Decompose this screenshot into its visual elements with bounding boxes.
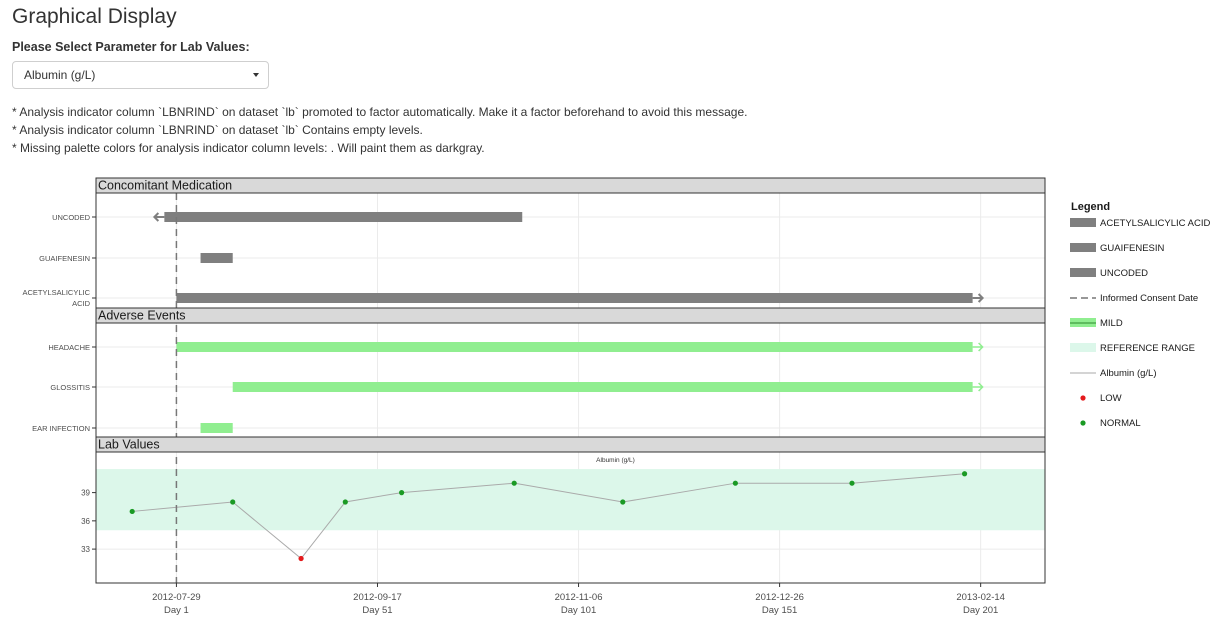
conmed-row-label-line: ACETYLSALICYLIC xyxy=(22,288,90,297)
legend-key-point xyxy=(1080,395,1086,401)
ae-panel-background xyxy=(96,308,1045,437)
lab-point-normal xyxy=(129,508,135,515)
conmed-row-label: GUAIFENESIN xyxy=(39,254,90,263)
conmed-bar xyxy=(176,293,973,303)
legend-key-bar xyxy=(1070,218,1096,227)
lab-y-tick-label: 36 xyxy=(81,517,90,526)
legend-item-label: GUAIFENESIN xyxy=(1100,243,1165,254)
ae-bar xyxy=(176,342,973,352)
conmed-panel-title: Concomitant Medication xyxy=(98,179,232,193)
conmed-panel-background xyxy=(96,178,1045,308)
lab-panel-title: Lab Values xyxy=(98,438,160,452)
lab-panel-strip xyxy=(95,436,1046,453)
x-axis-day-label: Day 201 xyxy=(963,605,998,616)
lab-point-normal xyxy=(849,480,855,486)
ae-panel-title: Adverse Events xyxy=(98,309,186,323)
conmed-row-label: UNCODED xyxy=(52,213,91,222)
legend-item-label: LOW xyxy=(1100,393,1122,404)
lab-point-normal xyxy=(511,480,517,486)
legend-key-point xyxy=(1080,420,1086,426)
conmed-bar xyxy=(164,212,523,222)
ae-panel-strip xyxy=(95,307,1046,324)
lab-point-normal xyxy=(342,499,348,505)
legend-key-bar xyxy=(1070,243,1096,252)
legend-item-label: Informed Consent Date xyxy=(1100,293,1198,304)
legend-key-bar xyxy=(1070,268,1096,277)
legend-key-bar xyxy=(1070,343,1096,352)
conmed-row-label-line: ACID xyxy=(72,299,91,308)
x-axis-day-label: Day 51 xyxy=(362,605,392,616)
lab-point-low xyxy=(298,555,304,562)
legend-item-label: UNCODED xyxy=(1100,268,1148,279)
lab-y-tick-label: 39 xyxy=(81,489,90,498)
ae-row-label: HEADACHE xyxy=(48,343,90,352)
lab-point-normal xyxy=(961,471,968,477)
lab-point-normal xyxy=(230,499,236,505)
x-axis-day-label: Day 151 xyxy=(762,605,797,616)
x-axis-day-label: Day 101 xyxy=(561,605,596,616)
conmed-bar xyxy=(200,253,233,263)
legend-title: Legend xyxy=(1071,201,1110,213)
reference-range-band xyxy=(96,469,1045,531)
ae-row-label: GLOSSITIS xyxy=(50,383,90,392)
conmed-panel-strip xyxy=(95,177,1046,194)
legend-item-label: REFERENCE RANGE xyxy=(1100,343,1195,354)
graphical-display-chart: UNCODED GUAIFENESIN ACETYLSALICYLIC ACID HEA… xyxy=(22,177,1210,616)
x-axis-date-label: 2012-11-06 xyxy=(555,592,603,603)
x-axis-date-label: 2013-02-14 xyxy=(956,592,1005,603)
x-axis-date-label: 2012-12-26 xyxy=(755,592,804,603)
lab-point-normal xyxy=(399,490,405,496)
x-axis-day-label: Day 1 xyxy=(164,605,189,616)
lab-point-normal xyxy=(732,480,738,486)
ae-bar xyxy=(232,382,973,392)
legend-item-label: MILD xyxy=(1100,318,1123,329)
ae-row-label: EAR INFECTION xyxy=(32,424,90,433)
ae-bar xyxy=(200,423,233,433)
legend-item-label: Albumin (g/L) xyxy=(1100,368,1157,379)
lab-y-tick-label: 33 xyxy=(81,545,90,554)
x-axis-date-label: 2012-09-17 xyxy=(353,592,402,603)
lab-subtitle: Albumin (g/L) xyxy=(596,457,635,464)
legend-item-label: NORMAL xyxy=(1100,418,1141,429)
lab-point-normal xyxy=(620,499,626,505)
x-axis-date-label: 2012-07-29 xyxy=(152,592,201,603)
legend-item-label: ACETYLSALICYLIC ACID xyxy=(1100,218,1210,229)
